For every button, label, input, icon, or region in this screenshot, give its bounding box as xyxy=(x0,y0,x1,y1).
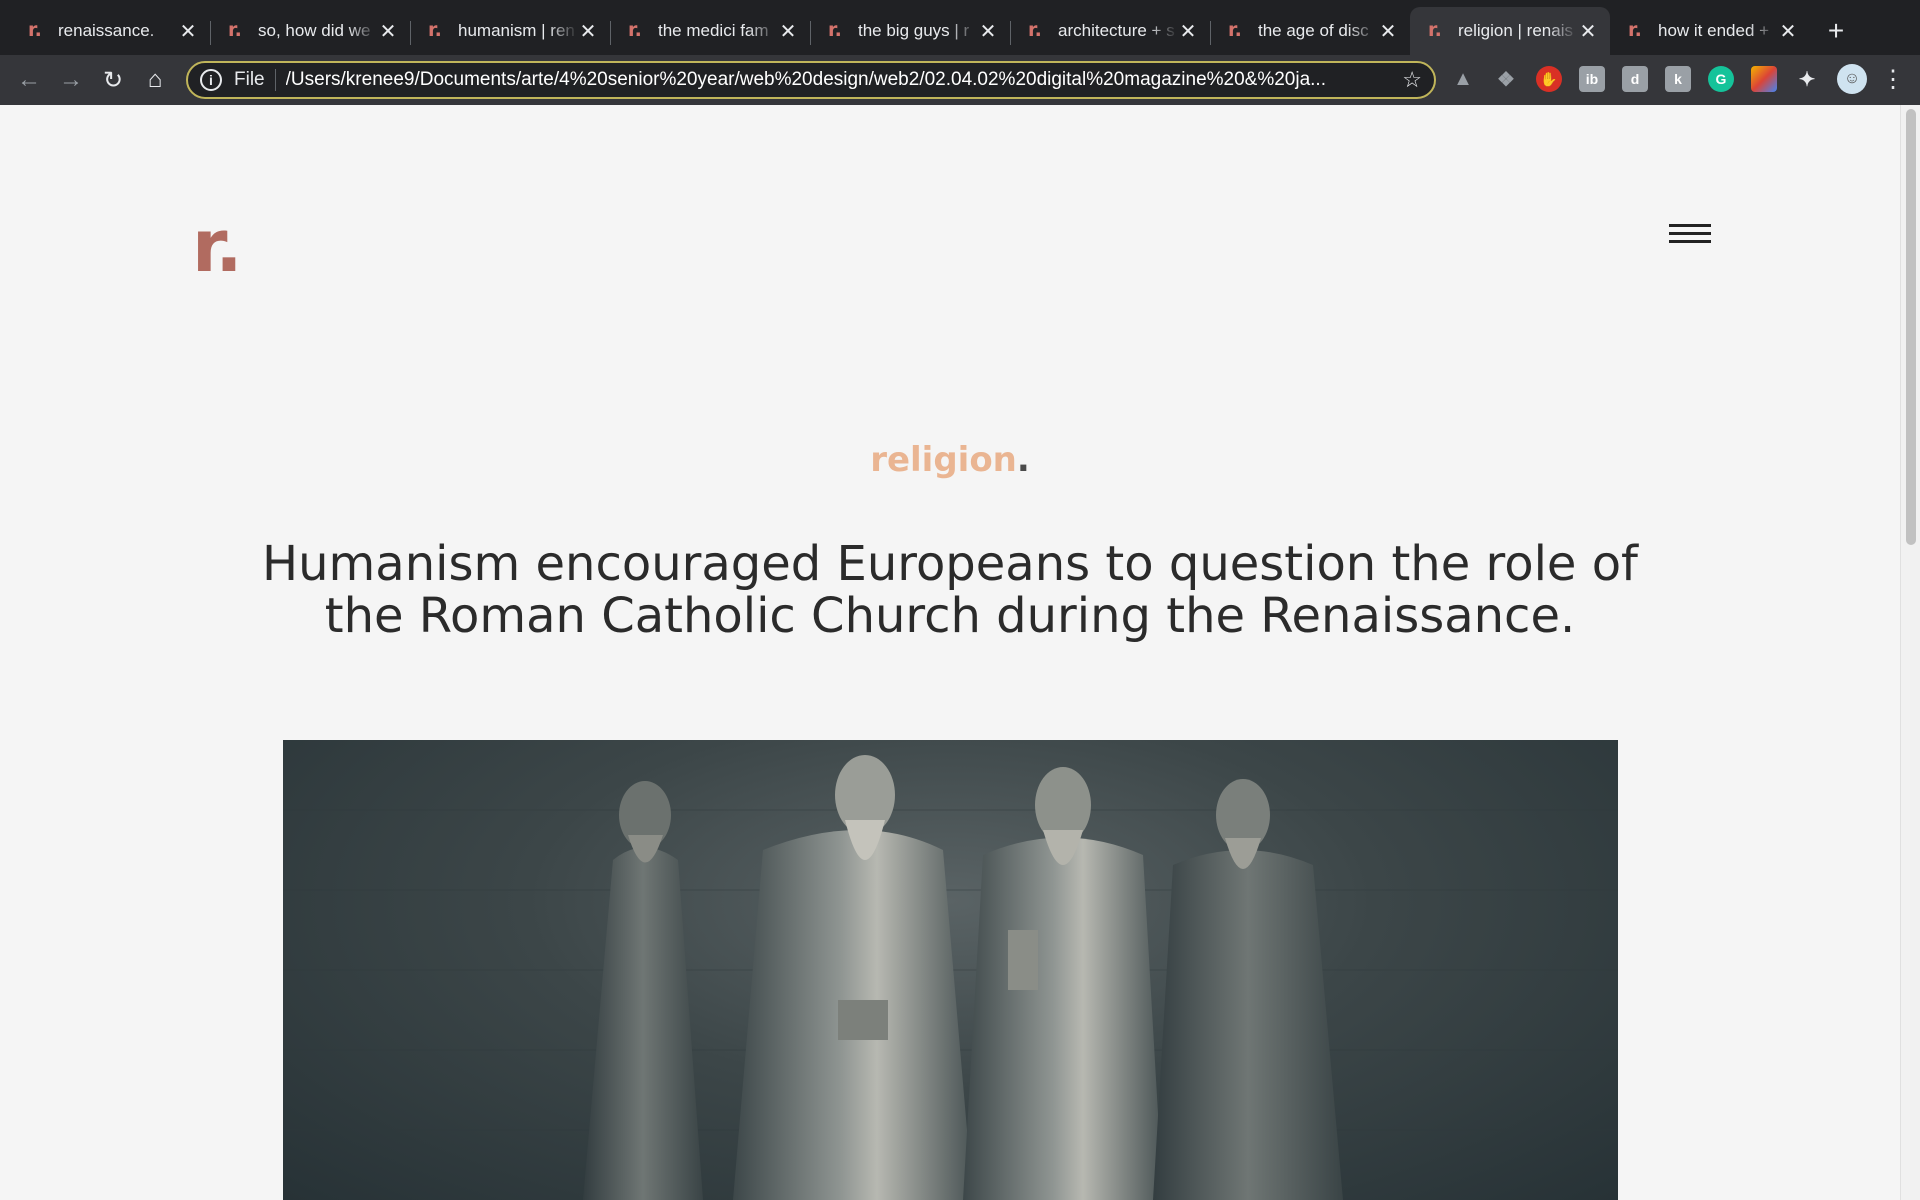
statue-illustration xyxy=(283,755,1618,1200)
grammarly-icon[interactable]: G xyxy=(1708,66,1734,92)
tab-active[interactable]: r. religion | renais ✕ xyxy=(1410,7,1610,55)
statue-figure xyxy=(583,781,703,1200)
close-icon[interactable]: ✕ xyxy=(1578,19,1598,44)
close-icon[interactable]: ✕ xyxy=(178,19,198,44)
tab[interactable]: r. how it ended + ✕ xyxy=(1610,7,1810,55)
tab-favicon-icon: r. xyxy=(1428,19,1442,41)
close-icon[interactable]: ✕ xyxy=(378,19,398,44)
close-icon[interactable]: ✕ xyxy=(1778,19,1798,44)
tab[interactable]: r. renaissance. ✕ xyxy=(10,7,210,55)
hero-image-reformers-wall xyxy=(283,740,1618,1200)
scrollbar-thumb[interactable] xyxy=(1906,109,1916,545)
tab-favicon-icon: r. xyxy=(1228,19,1242,41)
tab-title: renaissance. xyxy=(58,21,155,40)
tab-title: so, how did we xyxy=(258,21,371,40)
close-icon[interactable]: ✕ xyxy=(578,19,598,44)
new-tab-button[interactable]: + xyxy=(1816,7,1856,55)
page-scrollbar[interactable] xyxy=(1900,105,1920,1200)
tab-favicon-icon: r. xyxy=(428,19,442,41)
tab-title: the age of disc xyxy=(1258,21,1369,40)
close-icon[interactable]: ✕ xyxy=(1378,19,1398,44)
tab-favicon-icon: r. xyxy=(28,19,42,41)
scheme-label: File xyxy=(234,69,265,90)
tab[interactable]: r. so, how did we ✕ xyxy=(210,7,410,55)
stop-icon[interactable]: ✋ xyxy=(1536,66,1562,92)
tab[interactable]: r. architecture + s ✕ xyxy=(1010,7,1210,55)
tab-title: religion | renais xyxy=(1458,21,1573,40)
tab-favicon-icon: r. xyxy=(228,19,242,41)
headline-line: Humanism encouraged Europeans to questio… xyxy=(262,536,1638,592)
statue-figure xyxy=(733,755,973,1200)
color-icon[interactable] xyxy=(1751,66,1777,92)
reload-icon[interactable]: ↻ xyxy=(92,59,134,101)
tab-title: the medici fam xyxy=(658,21,769,40)
bookmark-star-icon[interactable]: ☆ xyxy=(1402,67,1422,93)
drive-icon[interactable]: ▲ xyxy=(1450,66,1476,92)
statue-figure xyxy=(1153,779,1343,1200)
section-word: religion xyxy=(870,440,1017,480)
url-text[interactable]: /Users/krenee9/Documents/arte/4%20senior… xyxy=(286,69,1393,91)
headline-line: the Roman Catholic Church during the Ren… xyxy=(324,588,1576,644)
home-icon[interactable]: ⌂ xyxy=(134,59,176,101)
close-icon[interactable]: ✕ xyxy=(978,19,998,44)
close-icon[interactable]: ✕ xyxy=(1178,19,1198,44)
section-dot: . xyxy=(1016,440,1030,480)
hamburger-bar xyxy=(1669,224,1711,227)
ib-icon[interactable]: ib xyxy=(1579,66,1605,92)
back-arrow-icon[interactable]: ← xyxy=(8,59,50,101)
tab[interactable]: r. the age of disc ✕ xyxy=(1210,7,1410,55)
hamburger-bar xyxy=(1669,232,1711,235)
puzzle-icon[interactable]: ✦ xyxy=(1794,66,1820,92)
tab-title: architecture + s xyxy=(1058,21,1175,40)
close-icon[interactable]: ✕ xyxy=(778,19,798,44)
avatar[interactable]: ☺ xyxy=(1837,64,1867,94)
address-bar[interactable]: i File /Users/krenee9/Documents/arte/4%2… xyxy=(186,61,1436,99)
page-viewport: r. religion. Humanism encouraged Europea… xyxy=(0,105,1920,1200)
tab-favicon-icon: r. xyxy=(1028,19,1042,41)
tab-title: how it ended + xyxy=(1658,21,1770,40)
tab[interactable]: r. humanism | ren ✕ xyxy=(410,7,610,55)
k-icon[interactable]: k xyxy=(1665,66,1691,92)
tab-title: the big guys | r xyxy=(858,21,970,40)
tab-favicon-icon: r. xyxy=(828,19,842,41)
divider xyxy=(274,69,276,91)
browser-toolbar: ← → ↻ ⌂ i File /Users/krenee9/Documents/… xyxy=(0,55,1920,105)
tab[interactable]: r. the big guys | r ✕ xyxy=(810,7,1010,55)
statue-figure xyxy=(963,767,1163,1200)
extensions-bar: ▲ ❖ ✋ ib d k G ✦ ☺ ⋮ xyxy=(1450,64,1905,94)
d-icon[interactable]: d xyxy=(1622,66,1648,92)
tab-title: humanism | ren xyxy=(458,21,575,40)
dropbox-icon[interactable]: ❖ xyxy=(1493,66,1519,92)
tab-strip: r. renaissance. ✕ r. so, how did we ✕ r.… xyxy=(0,0,1920,55)
tab-favicon-icon: r. xyxy=(1628,19,1642,41)
hamburger-menu-icon[interactable] xyxy=(1669,224,1711,248)
section-title: religion. xyxy=(0,440,1900,480)
page-headline: Humanism encouraged Europeans to questio… xyxy=(250,538,1650,642)
forward-arrow-icon[interactable]: → xyxy=(50,59,92,101)
tab[interactable]: r. the medici fam ✕ xyxy=(610,7,810,55)
menu-kebab-icon[interactable]: ⋮ xyxy=(1881,65,1905,94)
info-icon[interactable]: i xyxy=(200,69,222,91)
tab-favicon-icon: r. xyxy=(628,19,642,41)
site-logo[interactable]: r. xyxy=(192,210,243,282)
hamburger-bar xyxy=(1669,240,1711,243)
